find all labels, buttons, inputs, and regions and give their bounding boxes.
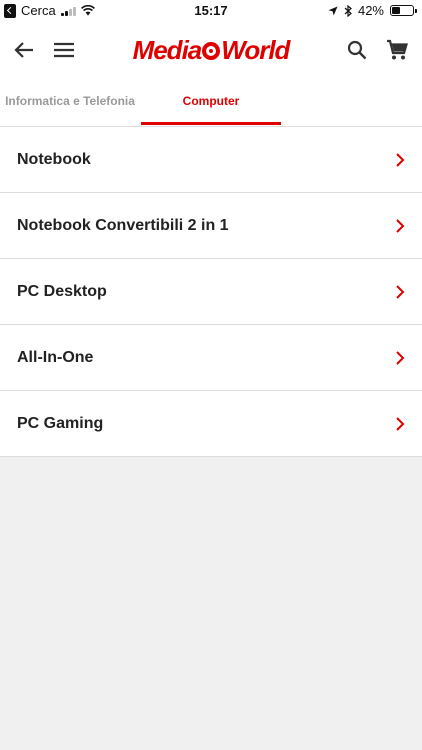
list-item-label: PC Desktop	[17, 282, 107, 300]
logo-swirl-icon	[202, 42, 221, 60]
list-item-label: Notebook Convertibili 2 in 1	[17, 216, 229, 234]
list-item-label: PC Gaming	[17, 414, 104, 432]
list-item-pc-gaming[interactable]: PC Gaming	[0, 391, 422, 457]
logo-text-media: Media	[132, 35, 203, 65]
list-item-label: Notebook	[17, 150, 91, 168]
search-icon	[347, 40, 367, 60]
app-header: Media World	[0, 24, 422, 76]
category-list: Notebook Notebook Convertibili 2 in 1 PC…	[0, 127, 422, 457]
chevron-right-icon	[396, 285, 405, 299]
chevron-right-icon	[396, 153, 405, 167]
list-item-all-in-one[interactable]: All-In-One	[0, 325, 422, 391]
battery-fill	[392, 7, 401, 14]
cart-icon	[387, 39, 408, 60]
chevron-right-icon	[396, 351, 405, 365]
list-item-pc-desktop[interactable]: PC Desktop	[0, 259, 422, 325]
chevron-right-icon	[396, 417, 405, 431]
category-tabs: Informatica e Telefonia Computer	[0, 76, 422, 127]
battery-icon	[390, 5, 417, 16]
status-right: 42%	[328, 3, 417, 18]
tab-informatica-e-telefonia[interactable]: Informatica e Telefonia	[0, 76, 140, 126]
bluetooth-icon	[344, 4, 352, 17]
logo-text-world: World	[221, 35, 290, 65]
search-button[interactable]	[343, 36, 371, 64]
active-tab-indicator	[141, 122, 281, 125]
list-item-notebook-convertibili[interactable]: Notebook Convertibili 2 in 1	[0, 193, 422, 259]
tab-computer[interactable]: Computer	[141, 76, 281, 126]
cart-button[interactable]	[383, 36, 411, 64]
battery-percent: 42%	[357, 3, 384, 18]
location-arrow-icon	[328, 6, 338, 15]
status-bar: Cerca 15:17 42%	[0, 0, 422, 24]
list-item-notebook[interactable]: Notebook	[0, 127, 422, 193]
list-item-label: All-In-One	[17, 348, 94, 366]
chevron-right-icon	[396, 219, 405, 233]
